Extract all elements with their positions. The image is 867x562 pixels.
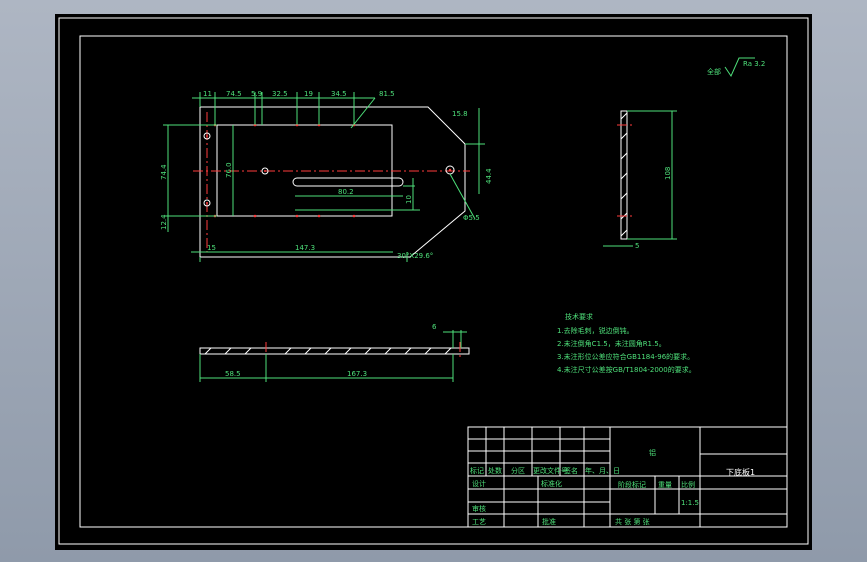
dim-slot-width: 10 — [405, 195, 413, 204]
dim-left-height: 74.4 — [160, 164, 168, 180]
chamfer-note: 30°X29.6° — [397, 252, 433, 260]
tb-header-1: 标记 — [470, 466, 484, 475]
outer-border — [58, 17, 809, 545]
tb-design: 设计 — [472, 479, 486, 488]
section-dim-total: 167.3 — [347, 370, 367, 378]
tb-review: 审核 — [472, 504, 486, 513]
tb-header-3: 分区 — [511, 466, 525, 475]
tb-header-2: 处数 — [488, 466, 502, 475]
section-dim-left: 58.5 — [225, 370, 241, 378]
title-block: 铝 下底板1 标记 处数 分区 更改文件号 签名 年、月、日 设计 标准化 审核… — [467, 426, 788, 528]
dim-top-right: 15.8 — [452, 110, 468, 118]
tb-sheets: 共 张 第 张 — [615, 517, 650, 526]
roughness-value: Ra 3.2 — [743, 60, 765, 68]
section-view: 6 58.5 167.3 — [199, 323, 470, 382]
note-4: 4.未注尺寸公差按GB/T1804-2000的要求。 — [557, 365, 696, 374]
tb-standard: 标准化 — [541, 479, 562, 488]
side-height: 108 — [664, 167, 672, 180]
dim-top-2: 74.5 — [226, 90, 242, 98]
dim-top-5: 19 — [304, 90, 313, 98]
tb-header-5: 签名 — [564, 466, 578, 475]
dim-inner-height: 76.0 — [225, 162, 233, 178]
dim-slot-length: 80.2 — [338, 188, 354, 196]
dim-top-1: 11 — [203, 90, 212, 98]
plate-outline — [199, 106, 466, 258]
note-2: 2.未注倒角C1.5，未注圆角R1.5。 — [557, 339, 666, 348]
tb-weight: 重量 — [658, 481, 672, 489]
tb-stage: 阶段标记 — [618, 480, 646, 489]
section-thickness: 6 — [432, 323, 437, 331]
part-name: 下底板1 — [726, 467, 755, 477]
material-label: 铝 — [649, 448, 656, 457]
side-plate — [620, 110, 628, 240]
side-thickness: 5 — [635, 242, 639, 250]
note-1: 1.去除毛刺，锐边倒钝。 — [557, 326, 634, 335]
dim-top-4: 32.5 — [272, 90, 288, 98]
dim-right-height: 44.4 — [485, 168, 493, 184]
drawing-sheet: 全部 Ra 3.2 11 74.5 5.9 32.5 19 34.5 81.5 … — [58, 17, 809, 545]
notes-title: 技术要求 — [565, 312, 593, 321]
tb-scale: 比例 — [681, 480, 695, 489]
dim-bottom-left: 15 — [207, 244, 216, 252]
dim-bottom-length: 147.3 — [295, 244, 315, 252]
dim-top-7: 81.5 — [379, 90, 395, 98]
note-3: 3.未注形位公差应符合GB1184-96的要求。 — [557, 352, 694, 361]
inner-border — [79, 35, 788, 528]
tb-approve: 批准 — [542, 517, 556, 526]
tb-header-4: 更改文件号 — [533, 466, 568, 475]
cad-viewport[interactable]: 全部 Ra 3.2 11 74.5 5.9 32.5 19 34.5 81.5 … — [55, 14, 812, 550]
tb-scale-value: 1:1.5 — [681, 499, 699, 507]
dim-left-small: 12.4 — [160, 214, 168, 230]
slot-outline — [292, 177, 404, 187]
plan-view: 11 74.5 5.9 32.5 19 34.5 81.5 74.4 76.0 … — [160, 90, 493, 262]
roughness-label: 全部 — [707, 67, 721, 76]
tb-process: 工艺 — [472, 518, 486, 526]
dim-top-6: 34.5 — [331, 90, 347, 98]
dim-right-dia: Φ5.5 — [463, 214, 480, 222]
side-view: 108 5 — [603, 110, 677, 250]
dim-top-3: 5.9 — [251, 90, 262, 98]
tb-header-6: 年、月、日 — [585, 466, 620, 475]
technical-notes: 技术要求 1.去除毛刺，锐边倒钝。 2.未注倒角C1.5，未注圆角R1.5。 3… — [557, 312, 696, 374]
roughness-symbol: 全部 Ra 3.2 — [707, 57, 765, 78]
